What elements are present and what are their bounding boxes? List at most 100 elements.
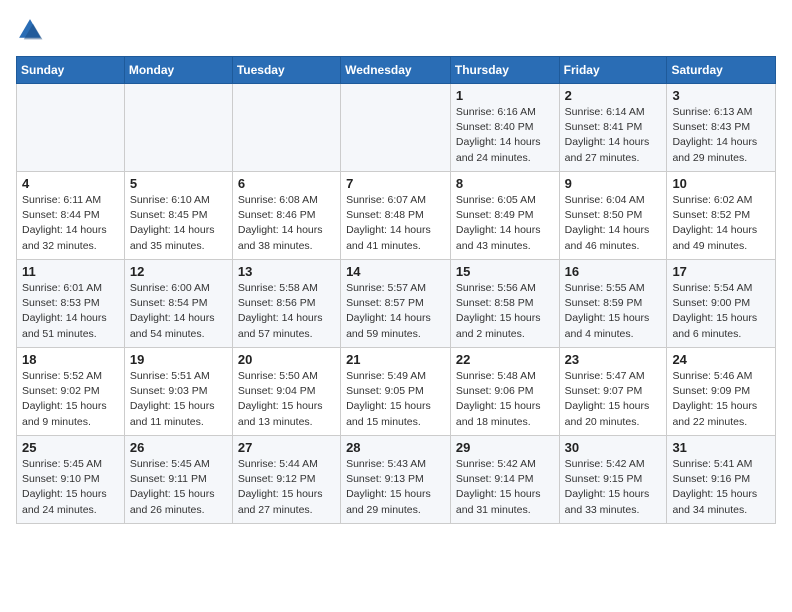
day-number: 12 bbox=[130, 264, 227, 279]
day-info: Sunrise: 5:49 AM Sunset: 9:05 PM Dayligh… bbox=[346, 369, 445, 430]
calendar-row: 4 Sunrise: 6:11 AM Sunset: 8:44 PM Daylig… bbox=[17, 172, 776, 260]
day-number: 2 bbox=[565, 88, 662, 103]
day-number: 14 bbox=[346, 264, 445, 279]
day-info: Sunrise: 5:45 AM Sunset: 9:11 PM Dayligh… bbox=[130, 457, 227, 518]
day-info: Sunrise: 5:41 AM Sunset: 9:16 PM Dayligh… bbox=[672, 457, 770, 518]
calendar-cell: 30 Sunrise: 5:42 AM Sunset: 9:15 PM Dayli… bbox=[559, 436, 667, 524]
day-number: 23 bbox=[565, 352, 662, 367]
calendar-table: SundayMondayTuesdayWednesdayThursdayFrid… bbox=[16, 56, 776, 524]
day-number: 11 bbox=[22, 264, 119, 279]
day-number: 20 bbox=[238, 352, 335, 367]
page-header bbox=[16, 16, 776, 44]
day-info: Sunrise: 6:08 AM Sunset: 8:46 PM Dayligh… bbox=[238, 193, 335, 254]
calendar-cell: 22 Sunrise: 5:48 AM Sunset: 9:06 PM Dayli… bbox=[450, 348, 559, 436]
calendar-cell: 17Sunrise: 5:54 AM Sunset: 9:00 PM Dayli… bbox=[667, 260, 776, 348]
calendar-cell bbox=[232, 84, 340, 172]
day-number: 5 bbox=[130, 176, 227, 191]
day-info: Sunrise: 6:00 AM Sunset: 8:54 PM Dayligh… bbox=[130, 281, 227, 342]
day-number: 29 bbox=[456, 440, 554, 455]
header-row: SundayMondayTuesdayWednesdayThursdayFrid… bbox=[17, 57, 776, 84]
calendar-cell: 29 Sunrise: 5:42 AM Sunset: 9:14 PM Dayli… bbox=[450, 436, 559, 524]
day-info: Sunrise: 5:51 AM Sunset: 9:03 PM Dayligh… bbox=[130, 369, 227, 430]
day-number: 16 bbox=[565, 264, 662, 279]
calendar-cell: 4 Sunrise: 6:11 AM Sunset: 8:44 PM Daylig… bbox=[17, 172, 125, 260]
day-info: Sunrise: 5:58 AM Sunset: 8:56 PM Dayligh… bbox=[238, 281, 335, 342]
calendar-cell: 26 Sunrise: 5:45 AM Sunset: 9:11 PM Dayli… bbox=[124, 436, 232, 524]
day-info: Sunrise: 5:46 AM Sunset: 9:09 PM Dayligh… bbox=[672, 369, 770, 430]
calendar-cell: 19 Sunrise: 5:51 AM Sunset: 9:03 PM Dayli… bbox=[124, 348, 232, 436]
day-number: 17 bbox=[672, 264, 770, 279]
calendar-cell: 23Sunrise: 5:47 AM Sunset: 9:07 PM Dayli… bbox=[559, 348, 667, 436]
day-number: 18 bbox=[22, 352, 119, 367]
day-header: Saturday bbox=[667, 57, 776, 84]
day-info: Sunrise: 5:56 AM Sunset: 8:58 PM Dayligh… bbox=[456, 281, 554, 342]
calendar-cell: 31 Sunrise: 5:41 AM Sunset: 9:16 PM Dayli… bbox=[667, 436, 776, 524]
calendar-cell: 15Sunrise: 5:56 AM Sunset: 8:58 PM Dayli… bbox=[450, 260, 559, 348]
calendar-cell: 27 Sunrise: 5:44 AM Sunset: 9:12 PM Dayli… bbox=[232, 436, 340, 524]
day-info: Sunrise: 6:05 AM Sunset: 8:49 PM Dayligh… bbox=[456, 193, 554, 254]
day-info: Sunrise: 6:04 AM Sunset: 8:50 PM Dayligh… bbox=[565, 193, 662, 254]
day-number: 22 bbox=[456, 352, 554, 367]
calendar-header: SundayMondayTuesdayWednesdayThursdayFrid… bbox=[17, 57, 776, 84]
day-info: Sunrise: 6:14 AM Sunset: 8:41 PM Dayligh… bbox=[565, 105, 662, 166]
calendar-cell: 6 Sunrise: 6:08 AM Sunset: 8:46 PM Daylig… bbox=[232, 172, 340, 260]
day-header: Monday bbox=[124, 57, 232, 84]
day-header: Tuesday bbox=[232, 57, 340, 84]
day-number: 13 bbox=[238, 264, 335, 279]
day-info: Sunrise: 5:48 AM Sunset: 9:06 PM Dayligh… bbox=[456, 369, 554, 430]
day-number: 10 bbox=[672, 176, 770, 191]
calendar-row: 1 Sunrise: 6:16 AM Sunset: 8:40 PM Daylig… bbox=[17, 84, 776, 172]
day-number: 6 bbox=[238, 176, 335, 191]
day-info: Sunrise: 6:11 AM Sunset: 8:44 PM Dayligh… bbox=[22, 193, 119, 254]
calendar-cell: 28Sunrise: 5:43 AM Sunset: 9:13 PM Dayli… bbox=[341, 436, 451, 524]
day-header: Friday bbox=[559, 57, 667, 84]
day-number: 3 bbox=[672, 88, 770, 103]
day-info: Sunrise: 5:42 AM Sunset: 9:15 PM Dayligh… bbox=[565, 457, 662, 518]
day-number: 30 bbox=[565, 440, 662, 455]
calendar-cell: 2 Sunrise: 6:14 AM Sunset: 8:41 PM Daylig… bbox=[559, 84, 667, 172]
day-number: 4 bbox=[22, 176, 119, 191]
calendar-cell bbox=[341, 84, 451, 172]
day-number: 19 bbox=[130, 352, 227, 367]
calendar-cell: 12 Sunrise: 6:00 AM Sunset: 8:54 PM Dayli… bbox=[124, 260, 232, 348]
calendar-cell: 7 Sunrise: 6:07 AM Sunset: 8:48 PM Daylig… bbox=[341, 172, 451, 260]
day-info: Sunrise: 5:45 AM Sunset: 9:10 PM Dayligh… bbox=[22, 457, 119, 518]
calendar-cell: 3Sunrise: 6:13 AM Sunset: 8:43 PM Daylig… bbox=[667, 84, 776, 172]
day-number: 31 bbox=[672, 440, 770, 455]
calendar-cell: 21Sunrise: 5:49 AM Sunset: 9:05 PM Dayli… bbox=[341, 348, 451, 436]
day-header: Wednesday bbox=[341, 57, 451, 84]
day-info: Sunrise: 5:44 AM Sunset: 9:12 PM Dayligh… bbox=[238, 457, 335, 518]
day-number: 28 bbox=[346, 440, 445, 455]
day-info: Sunrise: 6:07 AM Sunset: 8:48 PM Dayligh… bbox=[346, 193, 445, 254]
calendar-cell: 25Sunrise: 5:45 AM Sunset: 9:10 PM Dayli… bbox=[17, 436, 125, 524]
calendar-cell: 16 Sunrise: 5:55 AM Sunset: 8:59 PM Dayli… bbox=[559, 260, 667, 348]
calendar-cell: 10 Sunrise: 6:02 AM Sunset: 8:52 PM Dayli… bbox=[667, 172, 776, 260]
day-number: 7 bbox=[346, 176, 445, 191]
calendar-cell: 5 Sunrise: 6:10 AM Sunset: 8:45 PM Daylig… bbox=[124, 172, 232, 260]
calendar-cell bbox=[17, 84, 125, 172]
day-number: 9 bbox=[565, 176, 662, 191]
calendar-cell: 20 Sunrise: 5:50 AM Sunset: 9:04 PM Dayli… bbox=[232, 348, 340, 436]
day-number: 1 bbox=[456, 88, 554, 103]
logo bbox=[16, 16, 48, 44]
calendar-row: 18Sunrise: 5:52 AM Sunset: 9:02 PM Dayli… bbox=[17, 348, 776, 436]
calendar-row: 25Sunrise: 5:45 AM Sunset: 9:10 PM Dayli… bbox=[17, 436, 776, 524]
day-info: Sunrise: 6:02 AM Sunset: 8:52 PM Dayligh… bbox=[672, 193, 770, 254]
calendar-row: 11Sunrise: 6:01 AM Sunset: 8:53 PM Dayli… bbox=[17, 260, 776, 348]
calendar-body: 1 Sunrise: 6:16 AM Sunset: 8:40 PM Daylig… bbox=[17, 84, 776, 524]
day-header: Thursday bbox=[450, 57, 559, 84]
calendar-cell: 9 Sunrise: 6:04 AM Sunset: 8:50 PM Daylig… bbox=[559, 172, 667, 260]
day-info: Sunrise: 6:16 AM Sunset: 8:40 PM Dayligh… bbox=[456, 105, 554, 166]
day-number: 24 bbox=[672, 352, 770, 367]
day-info: Sunrise: 6:10 AM Sunset: 8:45 PM Dayligh… bbox=[130, 193, 227, 254]
day-number: 27 bbox=[238, 440, 335, 455]
day-header: Sunday bbox=[17, 57, 125, 84]
calendar-cell: 24 Sunrise: 5:46 AM Sunset: 9:09 PM Dayli… bbox=[667, 348, 776, 436]
calendar-cell: 13 Sunrise: 5:58 AM Sunset: 8:56 PM Dayli… bbox=[232, 260, 340, 348]
day-number: 26 bbox=[130, 440, 227, 455]
calendar-cell: 8Sunrise: 6:05 AM Sunset: 8:49 PM Daylig… bbox=[450, 172, 559, 260]
day-info: Sunrise: 5:55 AM Sunset: 8:59 PM Dayligh… bbox=[565, 281, 662, 342]
day-info: Sunrise: 5:42 AM Sunset: 9:14 PM Dayligh… bbox=[456, 457, 554, 518]
calendar-cell: 18Sunrise: 5:52 AM Sunset: 9:02 PM Dayli… bbox=[17, 348, 125, 436]
day-info: Sunrise: 5:50 AM Sunset: 9:04 PM Dayligh… bbox=[238, 369, 335, 430]
